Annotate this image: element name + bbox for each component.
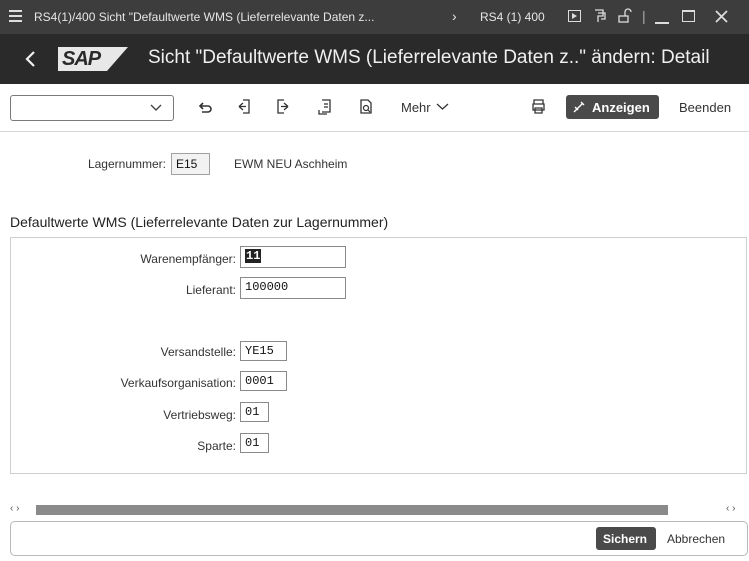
warehouse-number-field: E15 [171,153,210,175]
command-field[interactable] [10,95,174,121]
shipping-point-field[interactable]: YE15 [240,341,287,361]
more-chevron-down-icon[interactable] [436,102,449,111]
sales-org-label: Verkaufsorganisation: [120,376,236,390]
division-label: Sparte: [197,439,236,453]
previous-entry-icon[interactable] [236,98,252,116]
scroll-left-right-icon[interactable]: ‹ › [10,503,19,514]
maximize-icon[interactable] [682,10,695,22]
save-button[interactable]: Sichern [596,527,656,550]
unlock-icon[interactable] [617,8,633,24]
separator: | [642,8,646,24]
glasses-icon [573,101,585,113]
page-title: Sicht "Defaultwerte WMS (Lieferrelevante… [148,47,710,68]
distribution-channel-label: Vertriebsweg: [163,408,236,422]
more-menu-label[interactable]: Mehr [401,100,431,115]
window-title: RS4(1)/400 Sicht "Defaultwerte WMS (Lief… [34,10,375,24]
window-title-bar: RS4(1)/400 Sicht "Defaultwerte WMS (Lief… [0,0,749,34]
play-icon[interactable] [568,10,581,22]
shipping-point-label: Versandstelle: [160,345,236,359]
toolbar: Mehr Anzeigen Beenden [0,84,749,132]
division-field[interactable]: 01 [240,433,269,453]
distribution-channel-field[interactable]: 01 [240,402,269,422]
chevron-right-icon: › [452,8,457,24]
cancel-button[interactable]: Abbrechen [667,532,725,546]
network-icon[interactable] [592,8,608,24]
display-button[interactable]: Anzeigen [566,95,659,119]
print-icon[interactable] [530,98,547,115]
app-header: SAP Sicht "Defaultwerte WMS (Lieferrelev… [0,34,749,84]
supplier-field[interactable]: 100000 [240,277,346,299]
sales-org-field[interactable]: 0001 [240,371,287,391]
horizontal-scrollbar[interactable]: ‹ › ‹ › [0,503,749,517]
scroll-left-right-icon-end[interactable]: ‹ › [726,503,735,514]
sap-logo: SAP [58,47,128,71]
chevron-down-icon[interactable] [149,103,163,113]
warehouse-description: EWM NEU Aschheim [234,157,348,171]
next-entry-icon[interactable] [275,98,291,116]
document-search-icon[interactable] [358,98,374,116]
goods-recipient-field[interactable]: 11 [240,246,346,268]
goods-recipient-label: Warenempfänger: [140,252,236,266]
footer-bar: Sichern Abbrechen [10,521,748,556]
list-icon[interactable] [317,98,333,116]
minimize-icon[interactable] [655,22,669,24]
undo-icon[interactable] [197,99,213,115]
system-label: RS4 (1) 400 [480,10,545,24]
scrollbar-thumb[interactable] [36,505,668,515]
back-icon[interactable] [24,50,38,68]
hamburger-icon[interactable] [8,8,24,24]
warehouse-label: Lagernummer: [87,157,166,171]
exit-button[interactable]: Beenden [679,100,731,115]
supplier-label: Lieferant: [185,283,236,297]
close-icon[interactable] [715,10,728,23]
section-title: Defaultwerte WMS (Lieferrelevante Daten … [10,214,389,230]
